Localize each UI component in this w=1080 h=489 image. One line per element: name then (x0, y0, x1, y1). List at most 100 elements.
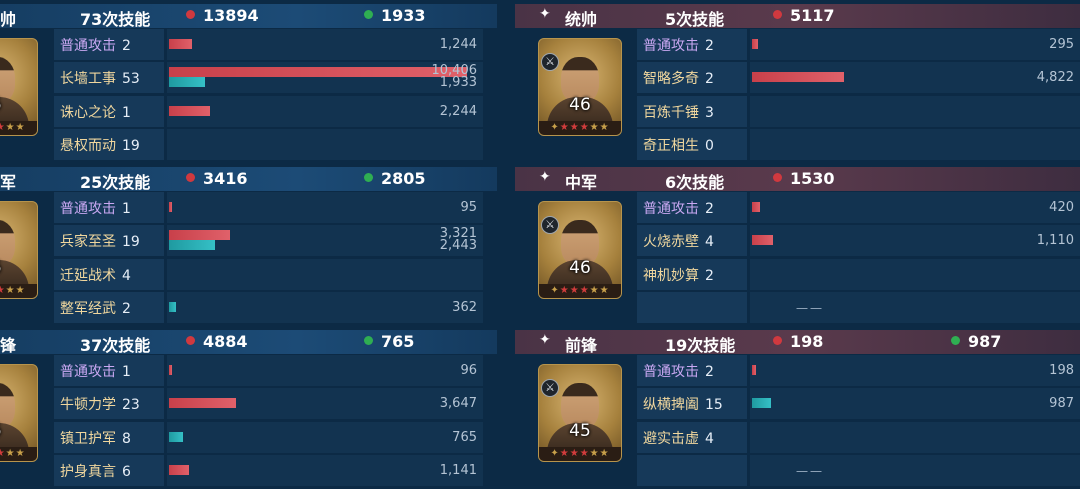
skill-name-cell: 普通攻击 1 (54, 192, 164, 223)
skill-name[interactable]: 普通攻击 1 (60, 361, 131, 381)
skill-name-cell: 兵家至圣 19 (54, 225, 164, 256)
skill-label: 避实击虚 (643, 431, 699, 447)
skill-name[interactable]: 护身真言 6 (60, 461, 131, 481)
skill-name[interactable]: 镇卫护军 8 (60, 428, 131, 448)
general-portrait[interactable]: 6 ✦★★★★★ (0, 364, 38, 462)
general-header: 帅 73次技能 13894 1933 (0, 4, 497, 29)
skill-count: 2 (122, 38, 131, 54)
general-portrait[interactable]: ⚔ 46 ✦★★★★★ (538, 38, 622, 136)
skill-bar-cell (750, 422, 1080, 453)
skill-row: 智略多奇 2 4,822 (637, 62, 1080, 93)
skill-name[interactable]: 百炼千锤 3 (643, 102, 714, 122)
skill-name[interactable]: 整军经武 2 (60, 298, 131, 318)
skill-row: 一一 (637, 292, 1080, 323)
general-block: 帅 73次技能 13894 1933 6 ✦★★★★★ 普通攻击 2 1,244 长墙工事 53 10… (0, 0, 497, 163)
general-portrait[interactable]: 6 ✦★★★★★ (0, 201, 38, 299)
damage-bar (169, 230, 230, 240)
star-rating: ✦★★★★★ (539, 447, 621, 461)
general-portrait[interactable]: 6 ✦★★★★★ (0, 38, 38, 136)
skill-row: 长墙工事 53 10,406 1,933 (54, 62, 483, 93)
heal-total: 1933 (364, 6, 426, 25)
heal-number: 2,443 (439, 238, 477, 253)
skill-name[interactable]: 火烧赤壁 4 (643, 231, 714, 251)
skill-cast-count: 73次技能 (80, 10, 151, 29)
skill-label: 普通攻击 (60, 364, 116, 380)
damage-bar (169, 106, 210, 116)
heal-total: 765 (364, 332, 414, 351)
skill-name[interactable]: 普通攻击 2 (643, 35, 714, 55)
skill-count: 4 (122, 268, 131, 284)
skill-label: 诛心之论 (60, 105, 116, 121)
skill-name-cell: 火烧赤壁 4 (637, 225, 747, 256)
skill-row: 兵家至圣 19 3,321 2,443 (54, 225, 483, 256)
skill-label: 整军经武 (60, 301, 116, 317)
skill-name-cell: 避实击虚 4 (637, 422, 747, 453)
skill-name[interactable]: 牛顿力学 23 (60, 394, 140, 414)
skill-count: 15 (705, 397, 723, 413)
skill-count: 2 (705, 71, 714, 87)
skill-name[interactable]: 悬权而动 19 (60, 135, 140, 155)
skill-name[interactable]: 普通攻击 2 (643, 198, 714, 218)
skill-name-cell: 普通攻击 2 (54, 29, 164, 60)
skill-name[interactable]: 普通攻击 2 (643, 361, 714, 381)
sword-icon: ⚔ (541, 379, 559, 397)
damage-number: 362 (452, 300, 477, 315)
skill-row: 镇卫护军 8 765 (54, 422, 483, 453)
skill-name-cell: 诛心之论 1 (54, 96, 164, 127)
damage-bar (169, 67, 467, 77)
skill-name[interactable]: 兵家至圣 19 (60, 231, 140, 251)
skill-count: 1 (122, 105, 131, 121)
skill-label: 神机妙算 (643, 268, 699, 284)
skill-bar-cell: 198 (750, 355, 1080, 386)
general-role-title: 前锋 (565, 336, 598, 355)
skill-label: 普通攻击 (60, 38, 116, 54)
heal-dot-icon (364, 173, 373, 182)
skill-label: 兵家至圣 (60, 234, 116, 250)
general-portrait[interactable]: ⚔ 45 ✦★★★★★ (538, 364, 622, 462)
skill-row: 神机妙算 2 (637, 259, 1080, 290)
skill-row: 纵横捭阖 15 987 (637, 388, 1080, 419)
damage-bar (752, 72, 844, 82)
sword-icon: ⚔ (541, 53, 559, 71)
skill-name[interactable]: 纵横捭阖 15 (643, 394, 723, 414)
skill-bar-cell: 4,822 (750, 62, 1080, 93)
skill-count: 2 (705, 38, 714, 54)
skill-name-cell: 普通攻击 2 (637, 355, 747, 386)
general-level: 6 (0, 258, 37, 278)
skill-row: 普通攻击 2 1,244 (54, 29, 483, 60)
skill-name[interactable]: 避实击虚 4 (643, 428, 714, 448)
skill-name[interactable]: 奇正相生 0 (643, 135, 714, 155)
damage-dot-icon (773, 173, 782, 182)
skill-row: 一一 (637, 455, 1080, 486)
heal-bar (752, 398, 771, 408)
skill-name[interactable]: 普通攻击 1 (60, 198, 131, 218)
general-portrait[interactable]: ⚔ 46 ✦★★★★★ (538, 201, 622, 299)
empty-skill-slot: 一一 (796, 465, 825, 479)
skill-name-cell: 护身真言 6 (54, 455, 164, 486)
skill-name[interactable]: 诛心之论 1 (60, 102, 131, 122)
skill-bar-cell: 10,406 1,933 (167, 62, 483, 93)
heal-total: 2805 (364, 169, 426, 188)
skill-name[interactable]: 普通攻击 2 (60, 35, 131, 55)
skill-count: 2 (122, 301, 131, 317)
damage-number: 96 (460, 363, 477, 378)
skill-cast-count: 5次技能 (665, 10, 725, 29)
damage-number: 295 (1049, 37, 1074, 52)
skill-row: 整军经武 2 362 (54, 292, 483, 323)
skill-name[interactable]: 智略多奇 2 (643, 68, 714, 88)
skill-name[interactable]: 长墙工事 53 (60, 68, 140, 88)
skill-bar-cell (750, 96, 1080, 127)
skill-name[interactable]: 迁延战术 4 (60, 265, 131, 285)
general-block: 锋 37次技能 4884 765 6 ✦★★★★★ 普通攻击 1 96 牛顿力学 23 3,647 镇卫… (0, 326, 497, 489)
skill-name-cell (637, 455, 747, 486)
damage-number: 420 (1049, 200, 1074, 215)
damage-bar (752, 39, 758, 49)
skill-row: 百炼千锤 3 (637, 96, 1080, 127)
damage-value: 4884 (203, 332, 248, 351)
skill-count: 1 (122, 201, 131, 217)
damage-number: 4,822 (1036, 70, 1074, 85)
skill-name[interactable]: 神机妙算 2 (643, 265, 714, 285)
general-role-title: 军 (0, 173, 17, 192)
skill-bar-cell: 96 (167, 355, 483, 386)
heal-value: 1933 (381, 6, 426, 25)
